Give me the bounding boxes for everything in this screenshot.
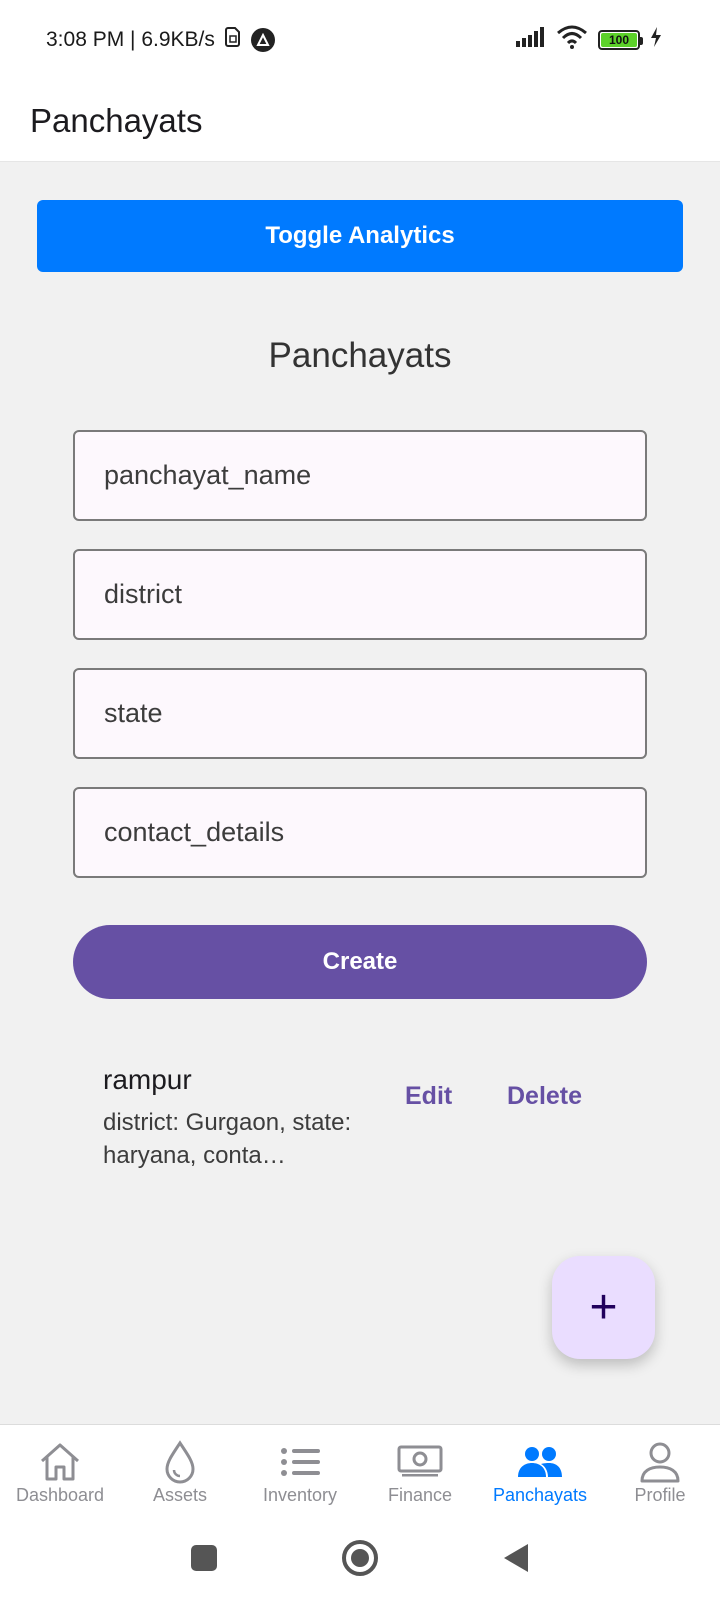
person-icon — [640, 1439, 680, 1485]
nav-label-finance: Finance — [387, 1485, 453, 1505]
nav-label-profile: Profile — [634, 1485, 686, 1505]
nav-label-dashboard: Dashboard — [15, 1485, 105, 1505]
system-nav-bar — [0, 1516, 720, 1600]
status-time-speed: 3:08 PM | 6.9KB/s — [46, 28, 215, 51]
nav-label-inventory: Inventory — [262, 1485, 338, 1505]
nav-label-panchayats: Panchayats — [492, 1485, 588, 1505]
create-button[interactable]: Create — [73, 925, 647, 999]
charging-icon — [650, 27, 662, 53]
wifi-icon — [556, 25, 588, 55]
people-icon — [517, 1439, 563, 1485]
signal-icon — [516, 27, 546, 53]
bottom-nav: Dashboard Assets Inventory Finance Panch… — [0, 1424, 720, 1516]
section-title: Panchayats — [268, 336, 452, 375]
list-item-details: district: Gurgaon, state: haryana, conta… — [103, 1109, 352, 1169]
back-icon[interactable] — [494, 1536, 538, 1580]
nav-item-dashboard[interactable]: Dashboard — [0, 1425, 120, 1516]
home-icon — [38, 1439, 82, 1485]
battery-level: 100 — [601, 33, 637, 47]
plus-icon: + — [589, 1281, 618, 1334]
nav-item-assets[interactable]: Assets — [120, 1425, 240, 1516]
app-header: Panchayats — [0, 80, 720, 162]
list-icon — [280, 1439, 320, 1485]
recents-icon[interactable] — [182, 1536, 226, 1580]
nav-label-assets: Assets — [152, 1485, 208, 1505]
panchayat-name-field[interactable] — [73, 430, 647, 521]
contact-details-field[interactable] — [73, 787, 647, 878]
status-left: 3:08 PM | 6.9KB/s — [46, 27, 275, 53]
district-input[interactable] — [104, 579, 645, 610]
money-icon — [397, 1439, 443, 1485]
add-fab-button[interactable]: + — [552, 1256, 655, 1359]
status-bar: 3:08 PM | 6.9KB/s 100 — [0, 0, 720, 80]
list-item-title: rampur — [103, 1064, 192, 1095]
app-notification-icon — [250, 28, 275, 52]
nav-item-finance[interactable]: Finance — [360, 1425, 480, 1516]
battery-icon: 100 — [598, 30, 643, 50]
district-field[interactable] — [73, 549, 647, 640]
water-drop-icon — [162, 1439, 198, 1485]
nav-item-profile[interactable]: Profile — [600, 1425, 720, 1516]
state-field[interactable] — [73, 668, 647, 759]
home-circle-icon[interactable] — [338, 1536, 382, 1580]
state-input[interactable] — [104, 698, 645, 729]
list-item[interactable]: rampur district: Gurgaon, state: haryana… — [103, 1064, 643, 1174]
toggle-analytics-button[interactable]: Toggle Analytics — [37, 200, 683, 272]
nav-item-panchayats[interactable]: Panchayats — [480, 1425, 600, 1516]
page-title: Panchayats — [30, 101, 203, 139]
panchayat-name-input[interactable] — [104, 460, 645, 491]
contact-details-input[interactable] — [104, 817, 645, 848]
status-right: 100 — [516, 25, 662, 55]
sim-icon — [224, 27, 241, 53]
nav-item-inventory[interactable]: Inventory — [240, 1425, 360, 1516]
edit-button[interactable]: Edit — [405, 1082, 452, 1111]
delete-button[interactable]: Delete — [507, 1082, 582, 1111]
